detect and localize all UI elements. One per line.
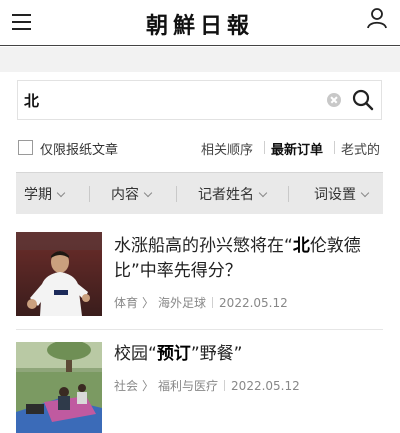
chevron-right-icon: 〉	[142, 296, 155, 310]
header-spacer-band	[0, 47, 400, 72]
article-divider	[16, 329, 383, 330]
chevron-right-icon: 〉	[142, 379, 155, 393]
sort-divider	[334, 141, 335, 154]
headline-text: 校园“	[114, 344, 157, 364]
sort-divider	[264, 141, 265, 154]
article-date: 2022.05.12	[219, 296, 288, 310]
article-meta: 体育〉海外足球 2022.05.12	[114, 294, 288, 311]
article-category[interactable]: 体育	[114, 296, 138, 310]
article-headline[interactable]: 校园“预订”野餐”	[114, 342, 384, 367]
article-headline[interactable]: 水涨船高的孙兴慜将在“北伦敦德比”中率先得分？	[114, 234, 384, 284]
filter-row: 仅限报纸文章 相关顺序 最新订单 老式的	[0, 137, 400, 159]
search-input[interactable]	[24, 85, 314, 115]
clear-icon[interactable]	[327, 93, 341, 107]
headline-highlight: 预订	[156, 344, 191, 364]
article-subcategory[interactable]: 海外足球	[158, 296, 206, 310]
article-subcategory[interactable]: 福利与医疗	[158, 379, 218, 393]
facet-bar: 学期 内容 记者姓名 词设置	[16, 172, 383, 214]
article-thumbnail[interactable]	[16, 232, 102, 316]
article-category[interactable]: 社会	[114, 379, 138, 393]
article-thumbnail[interactable]	[16, 342, 102, 433]
chevron-down-icon	[258, 188, 268, 198]
headline-text: 水涨船高的孙兴慜将在“	[114, 236, 293, 256]
site-header: 朝鮮日報	[0, 0, 400, 46]
search-bar	[17, 80, 382, 120]
facet-period-label: 学期	[24, 187, 52, 203]
paper-only-checkbox[interactable]	[18, 140, 33, 155]
chevron-down-icon	[143, 188, 153, 198]
facet-divider	[176, 186, 177, 202]
sort-relevance[interactable]: 相关顺序	[201, 139, 253, 158]
sort-oldest[interactable]: 老式的	[341, 139, 380, 158]
user-account-icon[interactable]	[366, 7, 388, 29]
chevron-down-icon	[56, 188, 66, 198]
facet-reporter-label: 记者姓名	[198, 187, 254, 203]
facet-period[interactable]: 学期	[24, 184, 66, 204]
facet-word-settings[interactable]: 词设置	[314, 184, 370, 204]
article-meta: 社会〉福利与医疗 2022.05.12	[114, 377, 300, 394]
headline-highlight: 北	[292, 236, 310, 256]
paper-only-label[interactable]: 仅限报纸文章	[40, 139, 118, 158]
site-logo[interactable]: 朝鮮日報	[0, 8, 400, 40]
headline-text: ”野餐”	[190, 344, 243, 364]
facet-word-settings-label: 词设置	[314, 187, 356, 203]
facet-content[interactable]: 内容	[111, 184, 153, 204]
article-date: 2022.05.12	[231, 379, 300, 393]
meta-divider	[212, 297, 214, 308]
chevron-down-icon	[360, 188, 370, 198]
facet-divider	[89, 186, 90, 202]
facet-content-label: 内容	[111, 187, 139, 203]
meta-divider	[224, 380, 226, 391]
facet-reporter[interactable]: 记者姓名	[198, 184, 268, 204]
facet-divider	[288, 186, 289, 202]
sort-latest[interactable]: 最新订单	[271, 139, 323, 158]
search-icon[interactable]	[352, 89, 374, 111]
